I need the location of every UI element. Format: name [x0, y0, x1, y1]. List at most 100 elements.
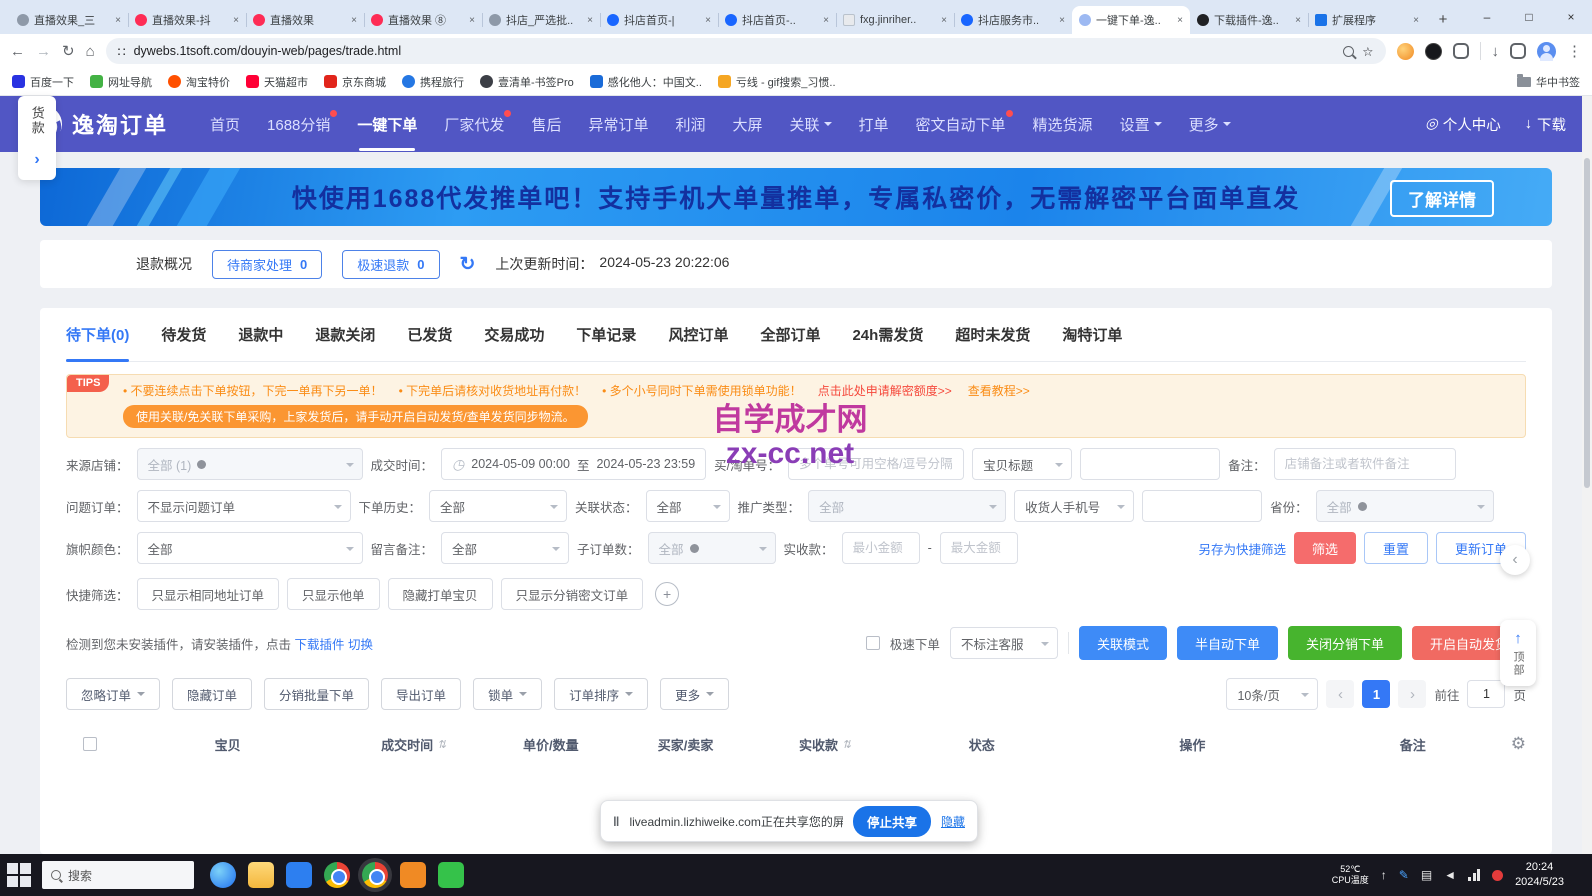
home-icon[interactable]: ⌂: [86, 43, 95, 60]
store-app-icon[interactable]: [286, 862, 312, 888]
stop-sharing-button[interactable]: 停止共享: [853, 806, 931, 837]
extension-coin-icon[interactable]: [1425, 43, 1442, 60]
hide-share-link[interactable]: 隐藏: [941, 813, 965, 830]
per-page-select[interactable]: 10条/页: [1226, 678, 1318, 710]
tab-close-icon[interactable]: ×: [705, 15, 711, 26]
relation-mode-button[interactable]: 关联模式: [1079, 626, 1167, 660]
edge-app-icon[interactable]: [210, 862, 236, 888]
tab-close-icon[interactable]: ×: [823, 15, 829, 26]
browser-tab[interactable]: 抖店首页-..×: [718, 6, 836, 34]
nav-item-relation[interactable]: 关联: [790, 114, 832, 135]
promo-type-select[interactable]: 全部: [808, 490, 1006, 522]
page-scrollbar[interactable]: [1582, 96, 1592, 854]
hide-order-button[interactable]: 隐藏订单: [172, 678, 252, 710]
network-icon[interactable]: [1468, 869, 1480, 881]
more-button[interactable]: 更多: [660, 678, 729, 710]
bookmark-item[interactable]: 百度一下: [12, 74, 74, 90]
bookmark-item[interactable]: 京东商城: [324, 74, 386, 90]
nav-item-cipher-order[interactable]: 密文自动下单: [916, 114, 1006, 135]
tab-to-ship[interactable]: 待发货: [161, 324, 206, 345]
bookmark-item[interactable]: 携程旅行: [402, 74, 464, 90]
chrome-app-icon[interactable]: [324, 862, 350, 888]
province-select[interactable]: 全部: [1316, 490, 1494, 522]
tab-close-icon[interactable]: ×: [233, 15, 239, 26]
current-page[interactable]: 1: [1362, 680, 1390, 708]
browser-tab[interactable]: 直播效果_三×: [10, 6, 128, 34]
minimize-button[interactable]: –: [1466, 0, 1508, 34]
nav-item-more[interactable]: 更多: [1189, 114, 1231, 135]
chrome-active-app-icon[interactable]: [362, 862, 388, 888]
browser-tab[interactable]: 直播效果×: [246, 6, 364, 34]
restore-button[interactable]: □: [1508, 0, 1550, 34]
file-explorer-icon[interactable]: [248, 862, 274, 888]
nav-item-settings[interactable]: 设置: [1120, 114, 1162, 135]
nav-item-factory[interactable]: 厂家代发: [444, 114, 504, 135]
browser-tab-active[interactable]: 一键下单-逸..×: [1072, 6, 1190, 34]
extension-outline-icon[interactable]: [1453, 43, 1469, 59]
taskbar-clock[interactable]: 20:242024/5/23: [1515, 860, 1564, 890]
profile-avatar[interactable]: [1537, 42, 1556, 61]
browser-tab[interactable]: fxg.jinriher..×: [836, 6, 954, 34]
apply-quota-link[interactable]: 点击此处申请解密额度>>: [818, 382, 952, 399]
relation-status-select[interactable]: 全部: [646, 490, 730, 522]
suborder-select[interactable]: 全部: [648, 532, 776, 564]
order-history-select[interactable]: 全部: [429, 490, 567, 522]
tab-refund-closed[interactable]: 退款关闭: [315, 324, 375, 345]
tab-pending-order[interactable]: 待下单(0): [66, 324, 129, 345]
nav-item-abnormal[interactable]: 异常订单: [588, 114, 648, 135]
orange-app-icon[interactable]: [400, 862, 426, 888]
sort-icon[interactable]: ⇅: [842, 738, 851, 751]
tab-24h-ship[interactable]: 24h需发货: [852, 324, 923, 345]
order-sort-button[interactable]: 订单排序: [554, 678, 648, 710]
nav-item-sources[interactable]: 精选货源: [1033, 114, 1093, 135]
forward-icon[interactable]: →: [36, 43, 51, 60]
refund-refresh-icon[interactable]: ↻: [460, 253, 476, 276]
next-page-button[interactable]: ›: [1398, 680, 1426, 708]
source-shop-select[interactable]: 全部 (1): [137, 448, 363, 480]
switch-link[interactable]: 切换: [348, 638, 373, 652]
tab-close-icon[interactable]: ×: [941, 15, 947, 26]
save-quick-filter-link[interactable]: 另存为快捷筛选: [1198, 539, 1286, 558]
amount-max-input[interactable]: [940, 532, 1018, 564]
remark-input[interactable]: [1274, 448, 1456, 480]
nav-item-home[interactable]: 首页: [210, 114, 240, 135]
tab-shipped[interactable]: 已发货: [407, 324, 452, 345]
wechat-app-icon[interactable]: [438, 862, 464, 888]
ignore-order-button[interactable]: 忽略订单: [66, 678, 160, 710]
start-button[interactable]: [4, 860, 34, 890]
side-payment-tab[interactable]: 货款 ›: [18, 96, 56, 180]
lock-order-button[interactable]: 锁单: [473, 678, 542, 710]
bookmark-item[interactable]: 网址导航: [90, 74, 152, 90]
reset-button[interactable]: 重置: [1364, 532, 1428, 564]
tab-completed[interactable]: 交易成功: [484, 324, 544, 345]
tab-close-icon[interactable]: ×: [1059, 15, 1065, 26]
tab-close-icon[interactable]: ×: [351, 15, 357, 26]
banner-detail-button[interactable]: 了解详情: [1390, 180, 1494, 217]
site-info-icon[interactable]: ∷: [118, 44, 126, 59]
back-icon[interactable]: ←: [10, 43, 25, 60]
prev-page-button[interactable]: ‹: [1326, 680, 1354, 708]
nav-item-aftersale[interactable]: 售后: [531, 114, 561, 135]
refresh-icon[interactable]: ↻: [62, 42, 75, 60]
pen-icon[interactable]: ✎: [1399, 868, 1409, 882]
browser-tab[interactable]: 扩展程序×: [1308, 6, 1426, 34]
quick-other-orders-button[interactable]: 只显示他单: [287, 578, 380, 610]
collapse-panel-button[interactable]: ‹: [1500, 545, 1530, 575]
url-text[interactable]: dywebs.1tsoft.com/douyin-web/pages/trade…: [134, 44, 1336, 58]
side-panel-icon[interactable]: [1510, 43, 1526, 59]
tab-close-icon[interactable]: ×: [1295, 15, 1301, 26]
column-settings-gear-icon[interactable]: ⚙: [1511, 734, 1526, 754]
zoom-icon[interactable]: [1343, 46, 1354, 57]
browser-tab[interactable]: 直播效果-抖×: [128, 6, 246, 34]
speed-order-checkbox[interactable]: [866, 636, 880, 650]
nav-item-bigscreen[interactable]: 大屏: [732, 114, 762, 135]
bookmark-star-icon[interactable]: ☆: [1362, 44, 1373, 59]
receiver-phone-input[interactable]: [1142, 490, 1262, 522]
nav-item-print[interactable]: 打单: [859, 114, 889, 135]
new-tab-button[interactable]: +: [1430, 6, 1456, 32]
semi-auto-order-button[interactable]: 半自动下单: [1177, 626, 1278, 660]
scrollbar-thumb[interactable]: [1584, 158, 1590, 488]
promo-banner[interactable]: 快使用1688代发推单吧！支持手机大单量推单，专属私密价，无需解密平台面单直发 …: [40, 168, 1552, 226]
bookmark-item[interactable]: 亏线 - gif搜索_习惯..: [718, 74, 836, 90]
view-tutorial-link[interactable]: 查看教程>>: [968, 382, 1030, 399]
